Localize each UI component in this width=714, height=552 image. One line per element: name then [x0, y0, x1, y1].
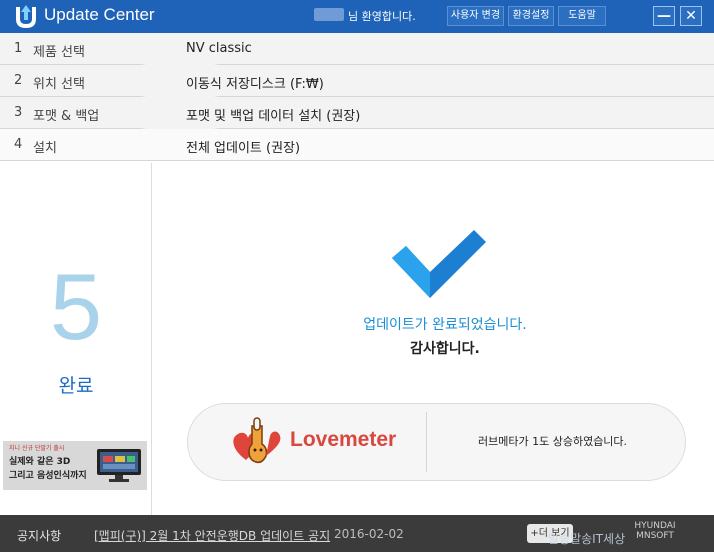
- ad-headline: 실제와 같은 3D: [9, 457, 71, 467]
- step-row-format-backup: 3 포맷 & 백업 포맷 및 백업 데이터 설치 (권장): [0, 97, 714, 134]
- app-title: Update Center: [44, 5, 155, 24]
- notice-bar: 공지사항 [맵피(구)] 2월 1차 안전운행DB 업데이트 공지 2016-0…: [0, 515, 714, 552]
- logo-icon: [16, 5, 36, 29]
- thanks-message: 감사합니다.: [410, 341, 480, 357]
- step-name: 제품 선택: [33, 45, 85, 60]
- step-name: 설치: [33, 141, 57, 156]
- left-pane: 5 완료 지니 신규 단말기 출시 실제와 같은 3D 그리고 음성인식까지: [0, 163, 152, 515]
- step-row-location: 2 위치 선택 이동식 저장디스크 (F:₩): [0, 65, 714, 102]
- change-user-button[interactable]: 사용자 변경: [447, 6, 504, 26]
- brand-line-1: HYUNDAI: [634, 521, 676, 531]
- user-name-blurred: [314, 8, 344, 21]
- ad-banner[interactable]: 지니 신규 단말기 출시 실제와 같은 3D 그리고 음성인식까지: [3, 441, 147, 490]
- tv-icon: [97, 449, 141, 482]
- settings-button[interactable]: 환경설정: [508, 6, 554, 26]
- step-number: 2: [14, 73, 23, 88]
- minimize-button[interactable]: —: [653, 6, 675, 26]
- step-list: 1 제품 선택 NV classic 2 위치 선택 이동식 저장디스크 (F:…: [0, 33, 714, 161]
- step-row-product: 1 제품 선택 NV classic: [0, 33, 714, 70]
- help-button[interactable]: 도움말: [558, 6, 606, 26]
- step-value: NV classic: [186, 41, 252, 56]
- brand-logo: HYUNDAI MNSOFT: [620, 521, 690, 541]
- brand-line-2: MNSOFT: [636, 531, 674, 541]
- step-number: 3: [14, 105, 23, 120]
- notice-label: 공지사항: [17, 529, 62, 543]
- step-value: 전체 업데이트 (권장): [186, 141, 301, 156]
- step-value: 포맷 및 백업 데이터 설치 (권장): [186, 109, 361, 124]
- lovemeter-status: 러브메타가 1도 상승하였습니다.: [478, 435, 628, 448]
- step-value: 이동식 저장디스크 (F:₩): [186, 77, 324, 92]
- step-name: 위치 선택: [33, 77, 85, 92]
- welcome-text: 님 환영합니다.: [348, 10, 416, 23]
- current-step-label: 완료: [58, 375, 94, 397]
- watermark: 말송말송IT세상: [548, 532, 626, 546]
- lovemeter-panel: Lovemeter 러브메타가 1도 상승하였습니다.: [187, 403, 686, 481]
- notice-date: 2016-02-02: [334, 527, 404, 541]
- step-row-install: 4 설치 전체 업데이트 (권장): [0, 129, 714, 161]
- step-name: 포맷 & 백업: [33, 109, 100, 124]
- lovemeter-mascot-icon: [233, 417, 281, 464]
- step-number: 4: [14, 137, 23, 152]
- divider: [426, 412, 427, 472]
- step-number: 1: [14, 41, 23, 56]
- completion-message: 업데이트가 완료되었습니다.: [363, 317, 527, 333]
- ad-subtitle: 지니 신규 단말기 출시: [9, 445, 65, 452]
- ad-headline-2: 그리고 음성인식까지: [9, 471, 87, 481]
- notice-link[interactable]: [맵피(구)] 2월 1차 안전운행DB 업데이트 공지: [94, 527, 330, 544]
- close-button[interactable]: ✕: [680, 6, 702, 26]
- title-bar: Update Center 님 환영합니다. 사용자 변경 환경설정 도움말 —…: [0, 0, 714, 33]
- checkmark-icon: [392, 230, 486, 298]
- current-step-number: 5: [49, 254, 103, 359]
- lovemeter-logo: Lovemeter: [290, 428, 397, 451]
